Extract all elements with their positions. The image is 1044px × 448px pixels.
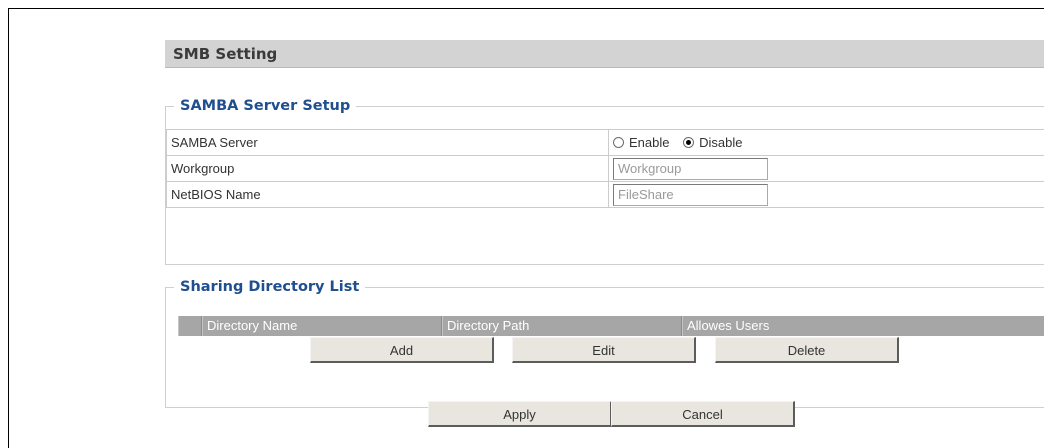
disable-radio[interactable]	[683, 137, 694, 148]
samba-setup-legend: SAMBA Server Setup	[174, 98, 356, 114]
delete-button[interactable]: Delete	[715, 337, 899, 363]
workgroup-label: Workgroup	[167, 156, 609, 182]
directory-table-header: Directory Name Directory Path Allowes Us…	[178, 316, 1044, 336]
edit-button[interactable]: Edit	[512, 337, 696, 363]
samba-server-row: SAMBA Server Enable Disable	[167, 130, 1044, 156]
samba-server-label: SAMBA Server	[167, 130, 609, 156]
page-title: SMB Setting	[165, 40, 1044, 68]
enable-radio[interactable]	[613, 137, 624, 148]
column-directory-name: Directory Name	[202, 316, 442, 336]
apply-button[interactable]: Apply	[428, 401, 612, 427]
sharing-directory-list-group: Sharing Directory List Directory Name Di…	[165, 279, 1044, 408]
workgroup-input[interactable]	[613, 158, 768, 180]
disable-label: Disable	[699, 135, 742, 150]
netbios-row: NetBIOS Name	[167, 182, 1044, 208]
disable-option[interactable]: Disable	[683, 135, 742, 150]
select-all-column-header[interactable]	[178, 316, 202, 336]
samba-server-options: Enable Disable	[609, 130, 1044, 156]
column-directory-path: Directory Path	[442, 316, 682, 336]
cancel-button[interactable]: Cancel	[611, 401, 795, 427]
enable-option[interactable]: Enable	[613, 135, 669, 150]
sharing-list-legend: Sharing Directory List	[174, 279, 365, 295]
add-button[interactable]: Add	[310, 337, 494, 363]
workgroup-row: Workgroup	[167, 156, 1044, 182]
netbios-label: NetBIOS Name	[167, 182, 609, 208]
column-allowed-users: Allowes Users	[682, 316, 1044, 336]
samba-settings-table: SAMBA Server Enable Disable Workgroup Ne…	[166, 129, 1044, 208]
enable-label: Enable	[629, 135, 669, 150]
samba-server-setup-group: SAMBA Server Setup SAMBA Server Enable D…	[165, 98, 1044, 265]
netbios-name-input[interactable]	[613, 184, 768, 206]
